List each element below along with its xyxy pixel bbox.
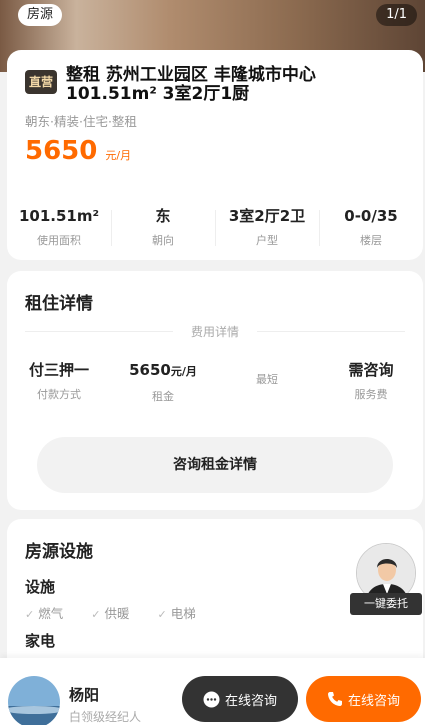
- image-counter: 1/1: [376, 4, 417, 26]
- delegate-label: 一键委托: [350, 593, 422, 615]
- agent-photo-icon: [8, 676, 60, 725]
- fee-label: 付款方式: [37, 388, 81, 401]
- stat-label: 朝向: [152, 234, 174, 247]
- fee-value: 需咨询: [348, 361, 394, 379]
- direct-badge: 直营: [25, 70, 57, 94]
- stat-value: 3室2厅2卫: [228, 207, 306, 225]
- stat-label: 户型: [256, 234, 278, 247]
- fee-rent-amount: 5650: [129, 361, 171, 379]
- stat-value: 东: [155, 207, 171, 225]
- facility-label: 电梯: [170, 606, 196, 621]
- fee-payment: 付三押一 付款方式: [7, 360, 111, 401]
- title-row: 直营 整租 苏州工业园区 丰隆城市中心 101.51m² 3室2厅1厨: [25, 66, 409, 104]
- fee-label: 服务费: [354, 388, 388, 401]
- fee-divider-label: 费用详情: [191, 325, 240, 339]
- chat-bubble-icon: [203, 691, 220, 708]
- online-chat-button[interactable]: 在线咨询: [182, 676, 298, 722]
- fee-value: 付三押一: [28, 361, 89, 379]
- hero-tag: 房源: [18, 4, 63, 26]
- facilities-subtitle: 设施: [25, 578, 56, 596]
- agent-name: 杨阳: [69, 686, 100, 704]
- fee-label: 租金: [152, 390, 174, 403]
- fee-divider: 费用详情: [25, 323, 406, 340]
- rent-details-card: 租住详情 费用详情 付三押一 付款方式 5650元/月 租金 最短 需咨询 服务…: [7, 271, 423, 510]
- check-icon: ✓: [25, 608, 35, 621]
- stats-row: 101.51m² 使用面积 东 朝向 3室2厅2卫 户型 0-0/35 楼层: [7, 206, 423, 248]
- fee-rent-unit: 元/月: [170, 365, 197, 378]
- fee-value: 5650元/月: [111, 360, 215, 382]
- facility-item: ✓ 电梯: [157, 603, 195, 622]
- listing-card: 直营 整租 苏州工业园区 丰隆城市中心 101.51m² 3室2厅1厨 朝东·精…: [7, 50, 423, 260]
- consult-rent-button[interactable]: 咨询租金详情: [37, 437, 393, 493]
- fee-label: 最短: [256, 373, 278, 386]
- stat-area: 101.51m² 使用面积: [7, 206, 111, 248]
- agent-role: 白领级经纪人: [69, 710, 142, 724]
- online-chat-label: 在线咨询: [224, 693, 277, 709]
- price-value: 5650: [25, 136, 98, 166]
- fees-row: 付三押一 付款方式 5650元/月 租金 最短 需咨询 服务费: [7, 360, 423, 403]
- check-icon: ✓: [157, 608, 167, 621]
- call-button-label: 在线咨询: [347, 693, 400, 709]
- bottom-action-bar: 杨阳 白领级经纪人 在线咨询 在线咨询: [0, 658, 425, 725]
- stat-orientation: 东 朝向: [111, 206, 215, 248]
- stat-label: 使用面积: [37, 234, 81, 247]
- price-row: 5650 元/月: [25, 136, 131, 166]
- divider-line: [25, 331, 173, 332]
- check-icon: ✓: [91, 608, 101, 621]
- listing-tags: 朝东·精装·住宅·整租: [25, 114, 137, 129]
- facilities-list: ✓ 燃气 ✓ 供暖 ✓ 电梯: [25, 603, 224, 622]
- facility-label: 燃气: [38, 606, 64, 621]
- fee-rent: 5650元/月 租金: [111, 360, 215, 403]
- listing-title: 整租 苏州工业园区 丰隆城市中心 101.51m² 3室2厅1厨: [66, 65, 316, 104]
- fee-minimum: 最短: [215, 360, 319, 400]
- appliances-subtitle: 家电: [25, 632, 56, 650]
- fee-service: 需咨询 服务费: [319, 360, 423, 401]
- call-button[interactable]: 在线咨询: [306, 676, 421, 722]
- stat-layout: 3室2厅2卫 户型: [215, 206, 319, 248]
- divider-line: [257, 331, 406, 332]
- rent-section-title: 租住详情: [25, 294, 93, 314]
- agent-avatar[interactable]: [8, 676, 60, 725]
- facility-label: 供暖: [104, 606, 130, 621]
- stat-value: 101.51m²: [18, 207, 100, 225]
- phone-icon: [327, 691, 343, 707]
- stat-value: 0-0/35: [344, 207, 398, 225]
- delegate-widget[interactable]: 一键委托: [350, 543, 422, 617]
- price-unit: 元/月: [105, 149, 132, 162]
- stat-label: 楼层: [360, 234, 382, 247]
- stat-floor: 0-0/35 楼层: [319, 206, 423, 248]
- facilities-section-title: 房源设施: [25, 542, 93, 562]
- facility-item: ✓ 燃气: [25, 603, 63, 622]
- facility-item: ✓ 供暖: [91, 603, 129, 622]
